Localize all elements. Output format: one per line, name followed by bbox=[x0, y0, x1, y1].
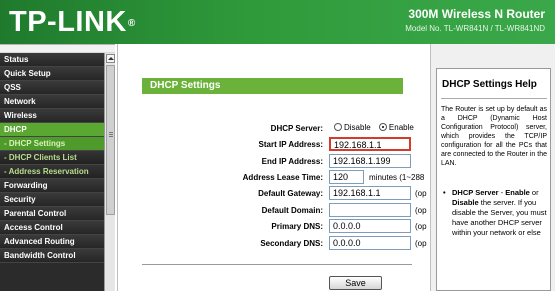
primary-dns-label: Primary DNS: bbox=[271, 222, 323, 231]
sidebar-item-dhcp-clients-list[interactable]: - DHCP Clients List bbox=[0, 151, 104, 165]
sidebar-scrollbar[interactable] bbox=[104, 53, 115, 291]
help-panel: DHCP Settings Help The Router is set up … bbox=[430, 44, 555, 291]
sidebar-item-advanced-routing[interactable]: Advanced Routing bbox=[0, 235, 104, 249]
help-divider bbox=[441, 98, 547, 99]
lease-time-suffix: minutes (1~288 bbox=[369, 173, 425, 182]
scroll-up-arrow-icon[interactable] bbox=[106, 54, 115, 63]
primary-dns-row: Primary DNS: 0.0.0.0 (op bbox=[118, 219, 431, 235]
help-bullet-dhcp-server: • DHCP Server - Enable or Disable the ser… bbox=[443, 188, 547, 237]
end-ip-row: End IP Address: 192.168.1.199 bbox=[118, 154, 431, 170]
help-intro: The Router is set up by default as a DHC… bbox=[441, 106, 547, 167]
sidebar-item-quick-setup[interactable]: Quick Setup bbox=[0, 67, 104, 81]
sidebar-item-dhcp[interactable]: DHCP bbox=[0, 123, 104, 137]
sidebar-item-status[interactable]: Status bbox=[0, 53, 104, 67]
router-title: 300M Wireless N Router bbox=[408, 7, 545, 21]
domain-label: Default Domain: bbox=[261, 206, 323, 215]
secondary-dns-label: Secondary DNS: bbox=[260, 239, 323, 248]
end-ip-input[interactable]: 192.168.1.199 bbox=[329, 154, 411, 168]
sidebar-item-wireless[interactable]: Wireless bbox=[0, 109, 104, 123]
start-ip-label: Start IP Address: bbox=[258, 140, 323, 149]
enable-radio[interactable] bbox=[378, 123, 387, 131]
bullet-icon: • bbox=[443, 188, 446, 197]
grip-line bbox=[109, 136, 113, 137]
primary-dns-input[interactable]: 0.0.0.0 bbox=[329, 219, 411, 233]
sidebar-item-network[interactable]: Network bbox=[0, 95, 104, 109]
dhcp-server-radio-group: Disable Enable bbox=[334, 123, 420, 132]
sidebar-item-forwarding[interactable]: Forwarding bbox=[0, 179, 104, 193]
primary-dns-suffix: (op bbox=[415, 222, 427, 231]
sidebar-item-bandwidth-control[interactable]: Bandwidth Control bbox=[0, 249, 104, 263]
gateway-label: Default Gateway: bbox=[258, 189, 323, 198]
sidebar-item-security[interactable]: Security bbox=[0, 193, 104, 207]
lease-time-input[interactable]: 120 bbox=[329, 170, 364, 184]
end-ip-label: End IP Address: bbox=[261, 157, 323, 166]
sidebar: Status Quick Setup QSS Network Wireless … bbox=[0, 44, 115, 291]
sidebar-item-qss[interactable]: QSS bbox=[0, 81, 104, 95]
gateway-suffix: (op bbox=[415, 189, 427, 198]
enable-radio-label: Enable bbox=[388, 123, 414, 132]
start-ip-input[interactable]: 192.168.1.1 bbox=[329, 137, 411, 151]
sidebar-item-dhcp-settings[interactable]: - DHCP Settings bbox=[0, 137, 104, 151]
dhcp-server-row: DHCP Server: Disable Enable bbox=[118, 121, 431, 137]
sidebar-menu: Status Quick Setup QSS Network Wireless … bbox=[0, 53, 104, 291]
scrollbar-thumb[interactable] bbox=[106, 65, 115, 215]
help-title: DHCP Settings Help bbox=[442, 79, 537, 90]
model-number: Model No. TL-WR841N / TL-WR841ND bbox=[405, 24, 545, 33]
secondary-dns-input[interactable]: 0.0.0.0 bbox=[329, 236, 411, 250]
gateway-input[interactable]: 192.168.1.1 bbox=[329, 186, 411, 200]
lease-time-row: Address Lease Time: 120 minutes (1~288 bbox=[118, 170, 431, 186]
lease-time-label: Address Lease Time: bbox=[242, 173, 323, 182]
main-content: DHCP Settings DHCP Server: Disable Enabl… bbox=[117, 44, 430, 291]
disable-radio[interactable] bbox=[334, 123, 342, 131]
header-bar: TP-LINK® 300M Wireless N Router Model No… bbox=[0, 0, 555, 44]
sidebar-item-address-reservation[interactable]: - Address Reservation bbox=[0, 165, 104, 179]
sidebar-item-parental-control[interactable]: Parental Control bbox=[0, 207, 104, 221]
section-title: DHCP Settings bbox=[142, 78, 403, 94]
secondary-dns-suffix: (op bbox=[415, 239, 427, 248]
domain-suffix: (op bbox=[415, 206, 427, 215]
save-button[interactable]: Save bbox=[329, 276, 382, 290]
grip-line bbox=[109, 132, 113, 133]
secondary-dns-row: Secondary DNS: 0.0.0.0 (op bbox=[118, 236, 431, 252]
gateway-row: Default Gateway: 192.168.1.1 (op bbox=[118, 186, 431, 202]
sidebar-gap bbox=[0, 44, 115, 52]
form-divider bbox=[142, 264, 412, 265]
start-ip-row: Start IP Address: 192.168.1.1 bbox=[118, 137, 431, 153]
help-box: DHCP Settings Help The Router is set up … bbox=[436, 68, 551, 291]
sidebar-item-access-control[interactable]: Access Control bbox=[0, 221, 104, 235]
disable-radio-label: Disable bbox=[344, 123, 371, 132]
tp-link-logo: TP-LINK® bbox=[9, 6, 136, 38]
domain-row: Default Domain: (op bbox=[118, 203, 431, 219]
grip-line bbox=[109, 134, 113, 135]
domain-input[interactable] bbox=[329, 203, 411, 217]
dhcp-server-label: DHCP Server: bbox=[270, 124, 323, 133]
